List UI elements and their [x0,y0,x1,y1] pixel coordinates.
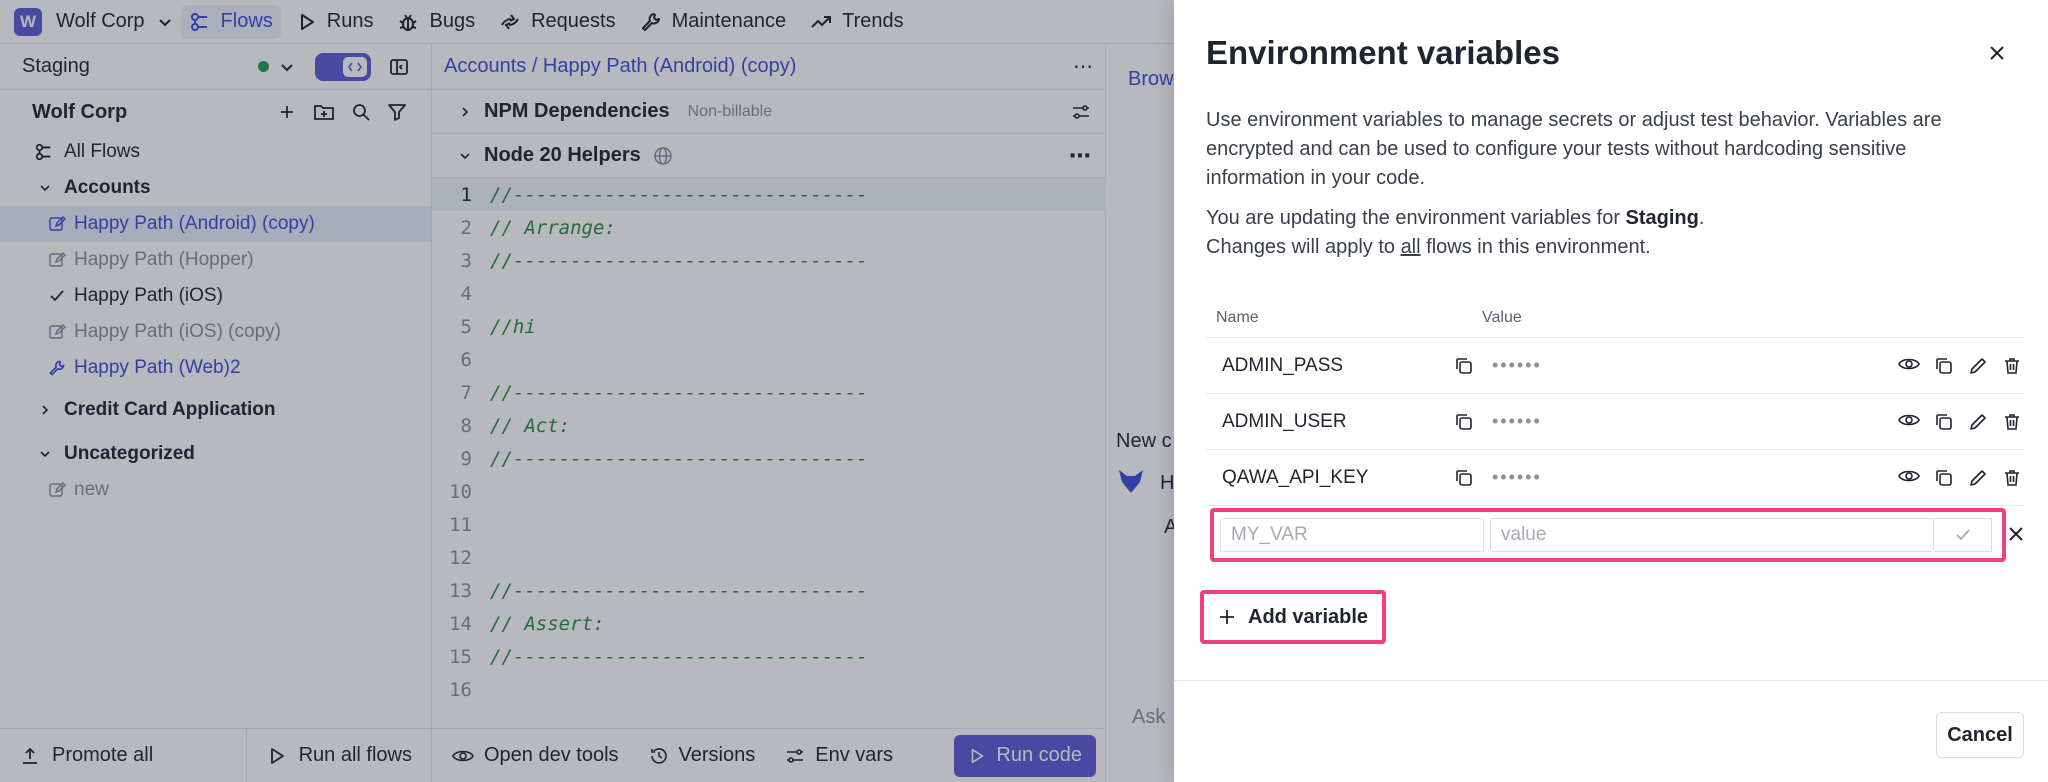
trash-icon[interactable] [2002,356,2022,376]
env-suffix: . [1698,207,1705,229]
column-name: Name [1216,308,1259,326]
masked-value: •••••• [1492,411,1542,431]
eye-icon[interactable] [1898,412,1920,432]
close-icon[interactable] [2008,526,2024,542]
trash-icon[interactable] [2002,412,2022,432]
copy-icon[interactable] [1446,468,1482,488]
variable-name: QAWA_API_KEY [1222,466,1369,488]
masked-value: •••••• [1492,467,1542,487]
cancel-button[interactable]: Cancel [1936,712,2024,758]
pencil-icon[interactable] [1968,356,1988,376]
modal-backdrop[interactable] [0,0,1174,782]
plus-icon [1218,608,1236,626]
variable-name: ADMIN_PASS [1222,354,1344,376]
pencil-icon[interactable] [1968,412,1988,432]
environment-notice: You are updating the environment variabl… [1206,204,2006,262]
variables-table: Name Value ADMIN_PASS •••••• ADMIN_USER [1206,298,2024,506]
apply-suffix: flows in this environment. [1420,236,1651,258]
environment-variables-dialog: Environment variables Use environment va… [1174,0,2048,782]
dialog-description: Use environment variables to manage secr… [1206,109,1942,189]
close-icon[interactable] [1988,44,2006,62]
trash-icon[interactable] [2002,468,2022,488]
table-row: ADMIN_PASS •••••• [1206,338,2024,394]
pencil-icon[interactable] [1968,468,1988,488]
new-variable-value-input[interactable] [1490,518,1934,552]
table-row: ADMIN_USER •••••• [1206,394,2024,450]
eye-icon[interactable] [1898,356,1920,376]
copy-icon[interactable] [1934,412,1954,432]
add-variable-button[interactable]: Add variable [1200,590,1387,644]
copy-icon[interactable] [1446,412,1482,432]
eye-icon[interactable] [1898,468,1920,488]
env-name: Staging [1625,207,1699,229]
new-variable-row [1210,508,2006,562]
copy-icon[interactable] [1446,356,1482,376]
apply-emphasis: all [1400,236,1421,258]
apply-prefix: Changes will apply to [1206,236,1401,258]
footer-divider [1174,680,2048,681]
table-header: Name Value [1206,298,2024,338]
column-value: Value [1482,308,1522,326]
check-icon[interactable] [1934,518,1992,552]
masked-value: •••••• [1492,355,1542,375]
env-prefix: You are updating the environment variabl… [1206,207,1626,229]
copy-icon[interactable] [1934,356,1954,376]
variable-name: ADMIN_USER [1222,410,1347,432]
add-variable-label: Add variable [1248,605,1369,628]
table-row: QAWA_API_KEY •••••• [1206,450,2024,506]
copy-icon[interactable] [1934,468,1954,488]
new-variable-name-input[interactable] [1220,518,1484,552]
dialog-title: Environment variables [1206,34,1560,71]
app-window: W Wolf Corp Flows Runs Bugs Requests Mai… [0,0,2048,782]
